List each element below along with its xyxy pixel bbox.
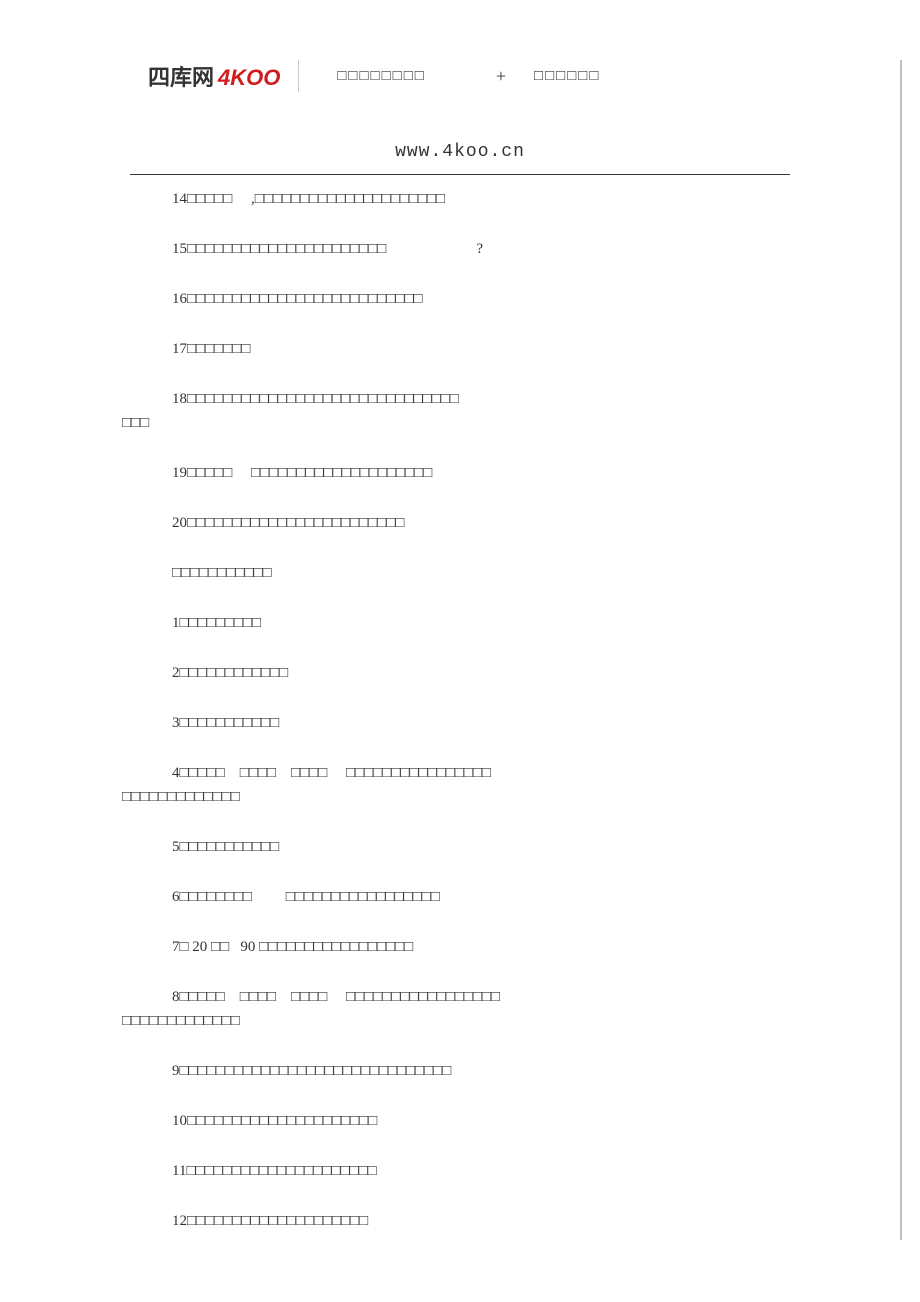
line-14: 14□□□□□ ,□□□□□□□□□□□□□□□□□□□□□ <box>130 187 790 211</box>
page-right-border <box>900 60 902 1240</box>
line-15: 15□□□□□□□□□□□□□□□□□□□□□□ ? <box>130 237 790 261</box>
line-18-part2: □□□ <box>130 411 790 435</box>
logo-cn-text: 四库网 <box>148 60 214 92</box>
item-4: 4□□□□□ □□□□ □□□□ □□□□□□□□□□□□□□□□ □□□□□□… <box>130 761 790 809</box>
document-body: 14□□□□□ ,□□□□□□□□□□□□□□□□□□□□□ 15□□□□□□□… <box>0 175 920 1233</box>
document-header: 四库网 4KOO □□□□□□□□ + □□□□□□ <box>0 0 920 92</box>
line-18-part1: 18□□□□□□□□□□□□□□□□□□□□□□□□□□□□□□ <box>130 387 790 411</box>
logo-en-text: 4KOO <box>218 65 280 91</box>
item-3: 3□□□□□□□□□□□ <box>130 711 790 735</box>
item-9: 9□□□□□□□□□□□□□□□□□□□□□□□□□□□□□□ <box>130 1059 790 1083</box>
line-18: 18□□□□□□□□□□□□□□□□□□□□□□□□□□□□□□ □□□ <box>130 387 790 435</box>
item-8-part1: 8□□□□□ □□□□ □□□□ □□□□□□□□□□□□□□□□□ <box>130 985 790 1009</box>
item-2: 2□□□□□□□□□□□□ <box>130 661 790 685</box>
plus-icon: + <box>496 66 506 87</box>
item-6: 6□□□□□□□□ □□□□□□□□□□□□□□□□□ <box>130 885 790 909</box>
line-16: 16□□□□□□□□□□□□□□□□□□□□□□□□□□ <box>130 287 790 311</box>
section-heading: □□□□□□□□□□□ <box>130 561 790 585</box>
line-19: 19□□□□□ □□□□□□□□□□□□□□□□□□□□ <box>130 461 790 485</box>
line-20: 20□□□□□□□□□□□□□□□□□□□□□□□□ <box>130 511 790 535</box>
item-5: 5□□□□□□□□□□□ <box>130 835 790 859</box>
line-17: 17□□□□□□□ <box>130 337 790 361</box>
item-11: 11□□□□□□□□□□□□□□□□□□□□□ <box>130 1159 790 1183</box>
item-4-part1: 4□□□□□ □□□□ □□□□ □□□□□□□□□□□□□□□□ <box>130 761 790 785</box>
item-8: 8□□□□□ □□□□ □□□□ □□□□□□□□□□□□□□□□□ □□□□□… <box>130 985 790 1033</box>
header-url: www.4koo.cn <box>0 142 920 162</box>
header-subtitle-1: □□□□□□□□ <box>337 68 425 85</box>
item-4-part2: □□□□□□□□□□□□□ <box>130 785 790 809</box>
logo: 四库网 4KOO <box>148 60 299 92</box>
item-7: 7□ 20 □□ 90 □□□□□□□□□□□□□□□□□ <box>130 935 790 959</box>
item-12: 12□□□□□□□□□□□□□□□□□□□□ <box>130 1209 790 1233</box>
header-subtitle-2: □□□□□□ <box>534 68 600 85</box>
item-8-part2: □□□□□□□□□□□□□ <box>130 1009 790 1033</box>
item-1: 1□□□□□□□□□ <box>130 611 790 635</box>
item-10: 10□□□□□□□□□□□□□□□□□□□□□ <box>130 1109 790 1133</box>
